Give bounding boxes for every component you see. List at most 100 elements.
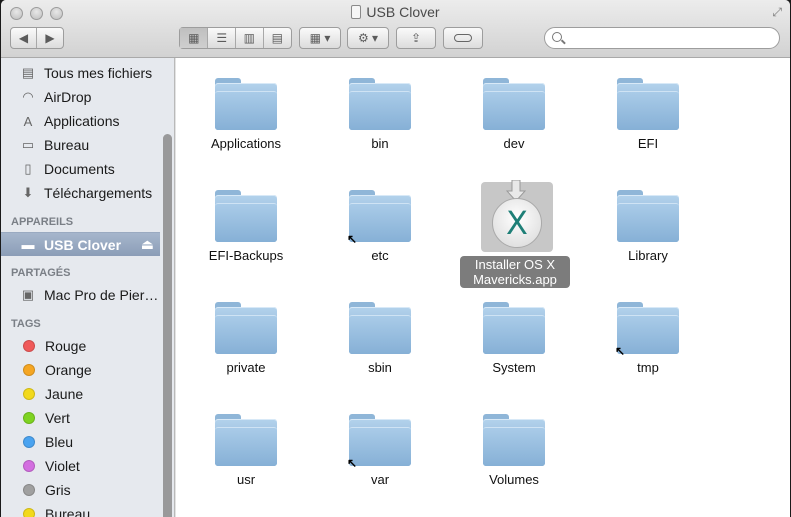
sidebar-header-shared: PARTAGÉS [11, 267, 71, 279]
coverflow-view-button[interactable]: ▤ [264, 28, 291, 48]
file-label: Library [628, 248, 668, 263]
file-item-folder[interactable]: EFI [588, 64, 708, 174]
file-browser: Applications bin dev EFI EFI-Backups ↖ etc X Ins… [176, 58, 790, 517]
sidebar-item-mac-pro[interactable]: ▣ Mac Pro de Pier… [1, 283, 161, 307]
alias-arrow-icon: ↖ [615, 344, 626, 358]
sidebar-tag-item[interactable]: Bleu [1, 430, 161, 454]
sidebar: ▤ Tous mes fichiers ◠ AirDrop A Application… [1, 58, 175, 517]
file-label: private [226, 360, 266, 375]
tag-color-dot [23, 436, 35, 448]
sidebar-tag-item[interactable]: Orange [1, 358, 161, 382]
sidebar-tag-item[interactable]: Gris [1, 478, 161, 502]
file-label: EFI [637, 136, 659, 151]
file-item-folder[interactable]: ↖ var [320, 400, 440, 510]
folder-icon: ↖ [615, 302, 679, 358]
column-view-button[interactable]: ▥ [236, 28, 264, 48]
folder-icon [483, 302, 545, 354]
arrange-button[interactable]: ▦ ▾ [299, 27, 341, 49]
sidebar-scrollbar[interactable] [163, 134, 172, 517]
file-label: Applications [210, 136, 282, 151]
alias-arrow-icon: ↖ [347, 232, 358, 246]
icon-view-icon: ▦ [188, 31, 200, 45]
sidebar-tag-item[interactable]: Bureau [1, 502, 161, 517]
file-item-folder[interactable]: usr [186, 400, 306, 510]
file-item-folder[interactable]: Volumes [454, 400, 574, 510]
folder-icon [617, 190, 679, 242]
file-item-folder[interactable]: ↖ etc [320, 176, 440, 286]
folder-icon [483, 414, 545, 466]
title-bar: USB Clover ⤢ ◀ ▶ ▦ ☰ ▥ ▤ ▦ ▾ ⚙ ▾ ⇪ [1, 0, 790, 58]
file-label: Installer OS X Mavericks.app [460, 256, 570, 288]
file-label: var [370, 472, 390, 487]
chevron-right-icon: ▶ [45, 31, 55, 45]
folder-icon [617, 78, 679, 130]
list-view-button[interactable]: ☰ [208, 28, 236, 48]
icon-view-button[interactable]: ▦ [180, 28, 209, 48]
tag-color-dot [23, 388, 35, 400]
column-view-icon: ▥ [243, 31, 255, 45]
sidebar-item-all-files[interactable]: ▤ Tous mes fichiers [1, 61, 161, 85]
file-item-folder[interactable]: Library [588, 176, 708, 286]
forward-button[interactable]: ▶ [37, 28, 63, 48]
folder-icon [483, 78, 545, 130]
sidebar-tag-item[interactable]: Rouge [1, 334, 161, 358]
chevron-left-icon: ◀ [18, 31, 29, 45]
eject-icon[interactable]: ⏏ [141, 236, 154, 253]
file-label: bin [371, 136, 389, 151]
action-button[interactable]: ⚙ ▾ [347, 27, 389, 49]
desktop-icon: ▭ [21, 137, 35, 152]
coverflow-view-icon: ▤ [271, 31, 283, 45]
tag-color-dot [23, 484, 35, 496]
tag-color-dot [23, 508, 35, 517]
window-title: USB Clover [1, 4, 790, 20]
applications-icon: A [23, 113, 33, 129]
file-item-folder[interactable]: private [186, 288, 306, 398]
sidebar-item-usb-clover[interactable]: ▬ USB Clover ⏏ [1, 232, 160, 256]
tags-button[interactable] [443, 27, 483, 49]
share-icon: ⇪ [410, 31, 422, 45]
list-view-icon: ☰ [216, 31, 228, 45]
file-item-folder[interactable]: bin [320, 64, 440, 174]
file-item-folder[interactable]: System [454, 288, 574, 398]
sidebar-item-documents[interactable]: ▯ Documents [1, 157, 161, 181]
view-mode-control: ▦ ☰ ▥ ▤ [179, 27, 292, 49]
file-item-folder[interactable]: dev [454, 64, 574, 174]
sidebar-item-airdrop[interactable]: ◠ AirDrop [1, 85, 161, 109]
sidebar-header-tags: TAGS [11, 318, 41, 330]
file-item-folder[interactable]: Applications [186, 64, 306, 174]
file-label: Volumes [489, 472, 539, 487]
folder-icon [215, 414, 277, 466]
all-files-icon: ▤ [21, 65, 35, 80]
back-forward-control: ◀ ▶ [10, 27, 64, 49]
tag-color-dot [23, 340, 35, 352]
folder-icon [349, 78, 411, 130]
file-label: usr [236, 472, 256, 487]
os-x-installer-icon: X [492, 198, 542, 248]
fullscreen-icon[interactable]: ⤢ [772, 5, 782, 20]
back-button[interactable]: ◀ [11, 28, 38, 48]
airdrop-icon: ◠ [22, 89, 34, 104]
file-label: etc [371, 248, 389, 263]
sidebar-item-bureau[interactable]: ▭ Bureau [1, 133, 161, 157]
file-item-folder[interactable]: ↖ tmp [588, 288, 708, 398]
documents-icon: ▯ [24, 161, 32, 176]
sidebar-tag-item[interactable]: Violet [1, 454, 161, 478]
tag-color-dot [23, 460, 35, 472]
drive-icon: ▬ [21, 237, 35, 252]
sidebar-tag-item[interactable]: Vert [1, 406, 161, 430]
file-label: EFI-Backups [208, 248, 284, 263]
sidebar-header-devices: APPAREILS [11, 216, 74, 228]
file-item-folder[interactable]: sbin [320, 288, 440, 398]
sidebar-item-applications[interactable]: A Applications [1, 109, 161, 133]
search-field[interactable] [544, 27, 780, 49]
tag-color-dot [23, 364, 35, 376]
file-label: sbin [368, 360, 392, 375]
file-item-folder[interactable]: EFI-Backups [186, 176, 306, 286]
sidebar-item-downloads[interactable]: ⬇ Téléchargements [1, 181, 161, 205]
share-button[interactable]: ⇪ [396, 27, 436, 49]
sidebar-tag-item[interactable]: Jaune [1, 382, 161, 406]
file-label: tmp [637, 360, 659, 375]
folder-icon [215, 302, 277, 354]
file-item-app[interactable]: X Installer OS X Mavericks.app [454, 176, 574, 288]
folder-icon: ↖ [347, 414, 411, 470]
